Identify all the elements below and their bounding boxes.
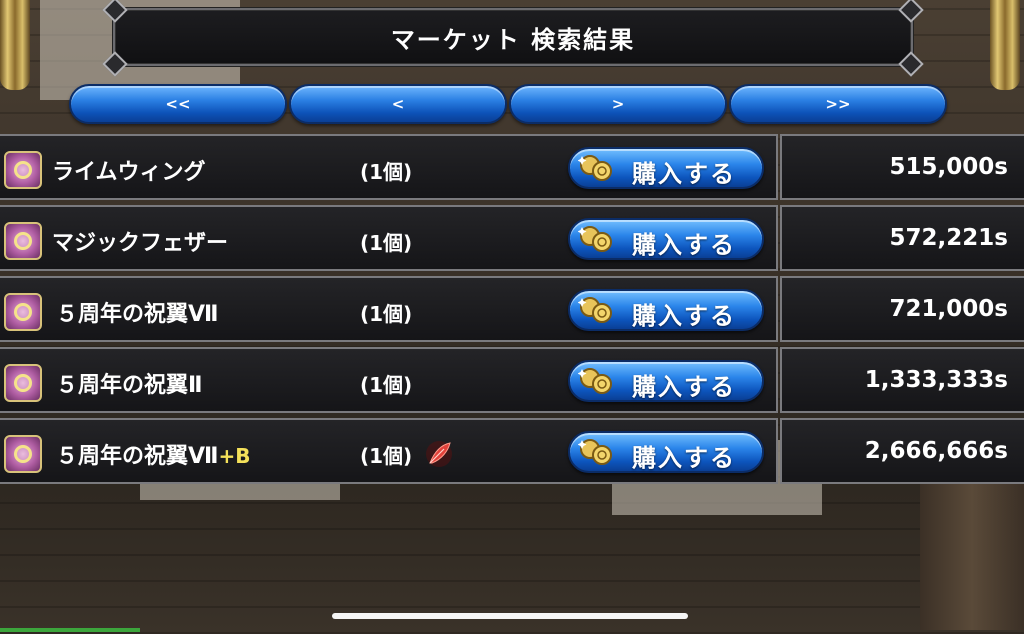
buy-button-label: 購入する <box>632 160 736 188</box>
buy-button[interactable]: 購入する <box>568 147 764 189</box>
last-page-button[interactable]: >> <box>729 84 947 124</box>
buy-button-label: 購入する <box>632 373 736 401</box>
title-corner-ornament <box>898 0 924 23</box>
item-bonus-suffix: +B <box>218 444 251 468</box>
listing-main-cell: マジックフェザー (1個) 購入する <box>0 205 778 271</box>
listing-price-cell: 721,000s <box>780 276 1024 342</box>
listing-main-cell: ５周年の祝翼Ⅶ (1個) 購入する <box>0 276 778 342</box>
item-quantity: (1個) <box>360 444 413 468</box>
listing-main-cell: ライムウィング (1個) 購入する <box>0 134 778 200</box>
coin-icon <box>578 439 612 465</box>
title-corner-ornament <box>898 51 924 77</box>
listing-price-cell: 515,000s <box>780 134 1024 200</box>
next-page-button[interactable]: > <box>509 84 727 124</box>
listing-main-cell: ５周年の祝翼Ⅱ (1個) 購入する <box>0 347 778 413</box>
home-indicator[interactable] <box>332 613 688 619</box>
item-price: 515,000s <box>889 154 1008 180</box>
first-page-button[interactable]: << <box>69 84 287 124</box>
listing-price-cell: 1,333,333s <box>780 347 1024 413</box>
item-name-text: ５周年の祝翼Ⅱ <box>56 373 203 398</box>
item-name-text: ライムウィング <box>52 160 206 185</box>
gold-pillar-right <box>990 0 1020 90</box>
listing-row: ライムウィング (1個) 購入する 515,000s <box>0 134 1024 200</box>
wing-item-icon <box>4 364 42 402</box>
item-price: 721,000s <box>889 296 1008 322</box>
listing-price-cell: 2,666,666s <box>780 418 1024 484</box>
item-name: ５周年の祝翼Ⅱ <box>56 367 203 399</box>
item-name-text: ５周年の祝翼Ⅶ <box>56 302 219 327</box>
item-quantity: (1個) <box>360 302 413 326</box>
listing-row: マジックフェザー (1個) 購入する 572,221s <box>0 205 1024 271</box>
item-price: 572,221s <box>889 225 1008 251</box>
wing-item-icon <box>4 435 42 473</box>
listing-row: ５周年の祝翼Ⅶ (1個) 購入する 721,000s <box>0 276 1024 342</box>
item-name-text: ５周年の祝翼Ⅶ <box>56 444 219 469</box>
loading-progress-bar <box>0 628 140 632</box>
item-quantity: (1個) <box>360 160 413 184</box>
wing-item-icon <box>4 151 42 189</box>
page-title: マーケット 検索結果 <box>390 25 636 54</box>
buy-button[interactable]: 購入する <box>568 289 764 331</box>
coin-icon <box>578 226 612 252</box>
feather-bind-icon <box>426 441 452 467</box>
item-price: 2,666,666s <box>864 438 1008 464</box>
item-name: ５周年の祝翼Ⅶ <box>56 296 219 328</box>
buy-button-label: 購入する <box>632 302 736 330</box>
listing-main-cell: ５周年の祝翼Ⅶ+B (1個) 購入する <box>0 418 778 484</box>
item-quantity: (1個) <box>360 373 413 397</box>
item-quantity: (1個) <box>360 231 413 255</box>
coin-icon <box>578 155 612 181</box>
buy-button[interactable]: 購入する <box>568 431 764 473</box>
item-name: ライムウィング <box>52 154 206 186</box>
gold-pillar-left <box>0 0 30 90</box>
listing-row: ５周年の祝翼Ⅶ+B (1個) 購入する 2,666,666s <box>0 418 1024 484</box>
coin-icon <box>578 297 612 323</box>
wing-item-icon <box>4 293 42 331</box>
previous-page-button[interactable]: < <box>289 84 507 124</box>
title-bar: マーケット 検索結果 <box>102 0 924 77</box>
listing-row: ５周年の祝翼Ⅱ (1個) 購入する 1,333,333s <box>0 347 1024 413</box>
buy-button[interactable]: 購入する <box>568 360 764 402</box>
wing-item-icon <box>4 222 42 260</box>
buy-button[interactable]: 購入する <box>568 218 764 260</box>
item-name: ５周年の祝翼Ⅶ+B <box>56 438 251 470</box>
coin-icon <box>578 368 612 394</box>
buy-button-label: 購入する <box>632 231 736 259</box>
item-price: 1,333,333s <box>864 367 1008 393</box>
item-name-text: マジックフェザー <box>52 231 229 256</box>
background-beam <box>920 480 1024 630</box>
buy-button-label: 購入する <box>632 444 736 472</box>
item-name: マジックフェザー <box>52 225 228 257</box>
listing-price-cell: 572,221s <box>780 205 1024 271</box>
